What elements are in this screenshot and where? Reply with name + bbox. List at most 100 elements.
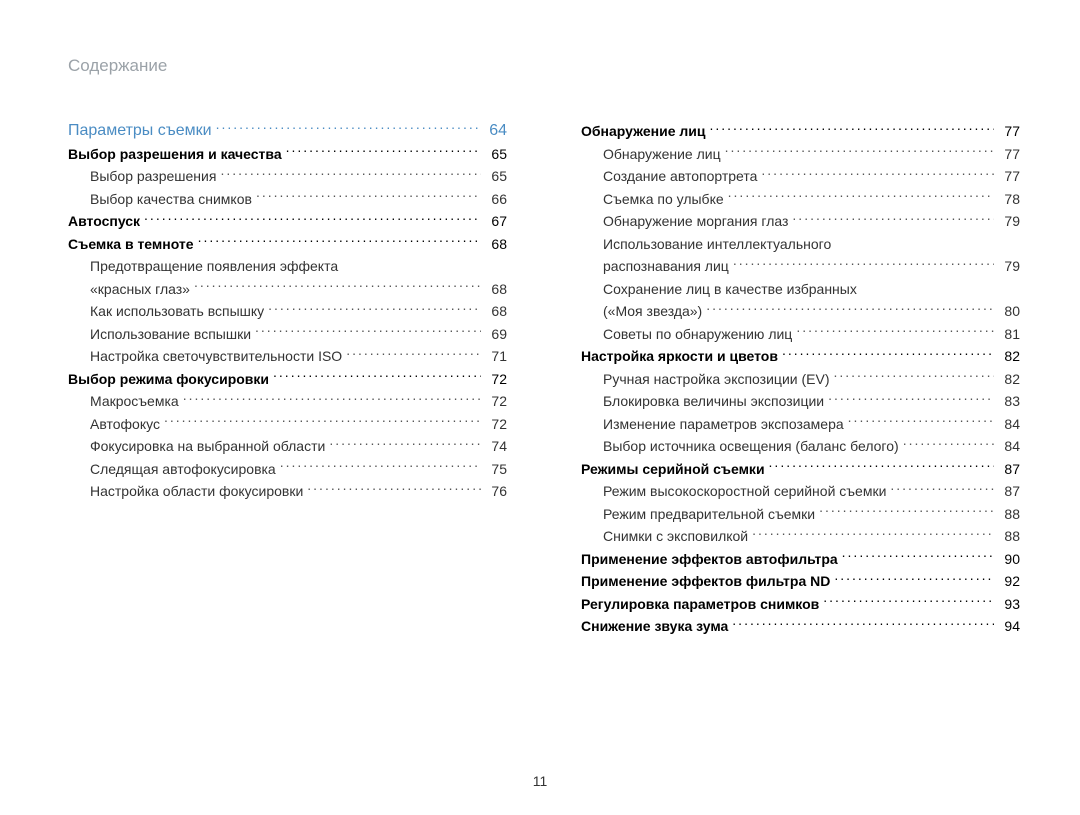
toc-page-number[interactable]: 64	[485, 120, 507, 143]
toc-label[interactable]: Фокусировка на выбранной области	[90, 435, 325, 458]
toc-label[interactable]: Макросъемка	[90, 390, 179, 413]
toc-page-number[interactable]: 84	[998, 435, 1020, 458]
toc-label[interactable]: Обнаружение моргания глаз	[603, 210, 788, 233]
toc-page-number[interactable]: 66	[485, 188, 507, 211]
toc-label[interactable]: Настройка яркости и цветов	[581, 345, 778, 368]
toc-page-number[interactable]: 68	[485, 278, 507, 301]
toc-label[interactable]: Регулировка параметров снимков	[581, 593, 819, 616]
toc-leader-dots	[725, 145, 994, 159]
toc-label[interactable]: Съемка по улыбке	[603, 188, 724, 211]
toc-label[interactable]: Настройка области фокусировки	[90, 480, 303, 503]
toc-leader-dots	[733, 257, 994, 271]
toc-label[interactable]: Обнаружение лиц	[581, 120, 705, 143]
toc-page-number[interactable]: 68	[485, 233, 507, 256]
toc-page-number[interactable]: 77	[998, 165, 1020, 188]
toc-page-number[interactable]: 84	[998, 413, 1020, 436]
toc-leader-dots	[752, 527, 994, 541]
toc-page-number[interactable]: 74	[485, 435, 507, 458]
toc-page-number[interactable]: 88	[998, 503, 1020, 526]
toc-page-number[interactable]: 65	[485, 165, 507, 188]
toc-label[interactable]: («Моя звезда»)	[603, 300, 702, 323]
toc-label[interactable]: Ручная настройка экспозиции (EV)	[603, 368, 829, 391]
toc-label[interactable]: Выбор разрешения	[90, 165, 216, 188]
toc-row: Автофокус 72	[68, 413, 507, 436]
toc-label[interactable]: «красных глаз»	[90, 278, 190, 301]
toc-page-number[interactable]: 72	[485, 368, 507, 391]
toc-page-number[interactable]: 93	[998, 593, 1020, 616]
toc-leader-dots	[183, 392, 481, 406]
toc-leader-dots	[307, 482, 481, 496]
toc-row: Применение эффектов фильтра ND 92	[581, 570, 1020, 593]
toc-label[interactable]: распознавания лиц	[603, 255, 729, 278]
toc-page-number[interactable]: 71	[485, 345, 507, 368]
toc-page-number[interactable]: 79	[998, 210, 1020, 233]
toc-row: Советы по обнаружению лиц 81	[581, 323, 1020, 346]
toc-label[interactable]: Режимы серийной съемки	[581, 458, 765, 481]
toc-label[interactable]: Использование вспышки	[90, 323, 251, 346]
toc-label[interactable]: Следящая автофокусировка	[90, 458, 276, 481]
toc-label[interactable]: Сохранение лиц в качестве избранных	[603, 278, 857, 301]
toc-page-number[interactable]: 77	[998, 120, 1020, 143]
toc-page-number[interactable]: 72	[485, 390, 507, 413]
toc-row: Обнаружение лиц 77	[581, 120, 1020, 143]
toc-label[interactable]: Блокировка величины экспозиции	[603, 390, 824, 413]
toc-label[interactable]: Изменение параметров экспозамера	[603, 413, 844, 436]
toc-row: Выбор режима фокусировки 72	[68, 368, 507, 391]
toc-row: Автоспуск 67	[68, 210, 507, 233]
toc-label[interactable]: Создание автопортрета	[603, 165, 757, 188]
toc-page-number[interactable]: 94	[998, 615, 1020, 638]
toc-leader-dots	[256, 190, 481, 204]
toc-label[interactable]: Снижение звука зума	[581, 615, 728, 638]
toc-label[interactable]: Применение эффектов фильтра ND	[581, 570, 830, 593]
toc-page-number[interactable]: 76	[485, 480, 507, 503]
toc-label[interactable]: Параметры съемки	[68, 120, 212, 143]
toc-label[interactable]: Выбор режима фокусировки	[68, 368, 269, 391]
toc-page-number[interactable]: 65	[485, 143, 507, 166]
toc-page-number[interactable]: 82	[998, 368, 1020, 391]
toc-label[interactable]: Настройка светочувствительности ISO	[90, 345, 342, 368]
toc-label[interactable]: Выбор качества снимков	[90, 188, 252, 211]
toc-row: Выбор разрешения и качества 65	[68, 143, 507, 166]
toc-row: Использование интеллектуального	[581, 233, 1020, 256]
toc-page-number[interactable]: 87	[998, 480, 1020, 503]
toc-row: «красных глаз» 68	[68, 278, 507, 301]
toc-label[interactable]: Выбор разрешения и качества	[68, 143, 282, 166]
toc-page-number[interactable]: 82	[998, 345, 1020, 368]
toc-label[interactable]: Снимки с эксповилкой	[603, 525, 748, 548]
toc-label[interactable]: Автоспуск	[68, 210, 140, 233]
page: Содержание Параметры съемки64Выбор разре…	[0, 0, 1080, 815]
toc-page-number[interactable]: 75	[485, 458, 507, 481]
toc-row: Режимы серийной съемки 87	[581, 458, 1020, 481]
toc-page-number[interactable]: 69	[485, 323, 507, 346]
toc-label[interactable]: Обнаружение лиц	[603, 143, 721, 166]
toc-page-number[interactable]: 88	[998, 525, 1020, 548]
toc-label[interactable]: Автофокус	[90, 413, 160, 436]
toc-page-number[interactable]: 90	[998, 548, 1020, 571]
toc-page-number[interactable]: 68	[485, 300, 507, 323]
toc-label[interactable]: Советы по обнаружению лиц	[603, 323, 792, 346]
toc-page-number[interactable]: 79	[998, 255, 1020, 278]
toc-row: Режим высокоскоростной серийной съемки 87	[581, 480, 1020, 503]
toc-label[interactable]: Выбор источника освещения (баланс белого…	[603, 435, 899, 458]
toc-label[interactable]: Как использовать вспышку	[90, 300, 264, 323]
toc-page-number[interactable]: 77	[998, 143, 1020, 166]
toc-page-number[interactable]: 80	[998, 300, 1020, 323]
toc-leader-dots	[782, 347, 994, 361]
toc-label[interactable]: Предотвращение появления эффекта	[90, 255, 338, 278]
toc-leader-dots	[848, 415, 994, 429]
toc-page-number[interactable]: 78	[998, 188, 1020, 211]
toc-row: Предотвращение появления эффекта	[68, 255, 507, 278]
toc-page-number[interactable]: 92	[998, 570, 1020, 593]
toc-label[interactable]: Применение эффектов автофильтра	[581, 548, 838, 571]
toc-page-number[interactable]: 81	[998, 323, 1020, 346]
toc-right-column: Обнаружение лиц 77 Обнаружение лиц 77 Создан…	[581, 120, 1020, 638]
toc-page-number[interactable]: 87	[998, 458, 1020, 481]
toc-label[interactable]: Съемка в темноте	[68, 233, 194, 256]
toc-page-number[interactable]: 67	[485, 210, 507, 233]
toc-label[interactable]: Режим высокоскоростной серийной съемки	[603, 480, 886, 503]
toc-label[interactable]: Использование интеллектуального	[603, 233, 831, 256]
toc-leader-dots	[796, 325, 994, 339]
toc-label[interactable]: Режим предварительной съемки	[603, 503, 815, 526]
toc-page-number[interactable]: 72	[485, 413, 507, 436]
toc-page-number[interactable]: 83	[998, 390, 1020, 413]
